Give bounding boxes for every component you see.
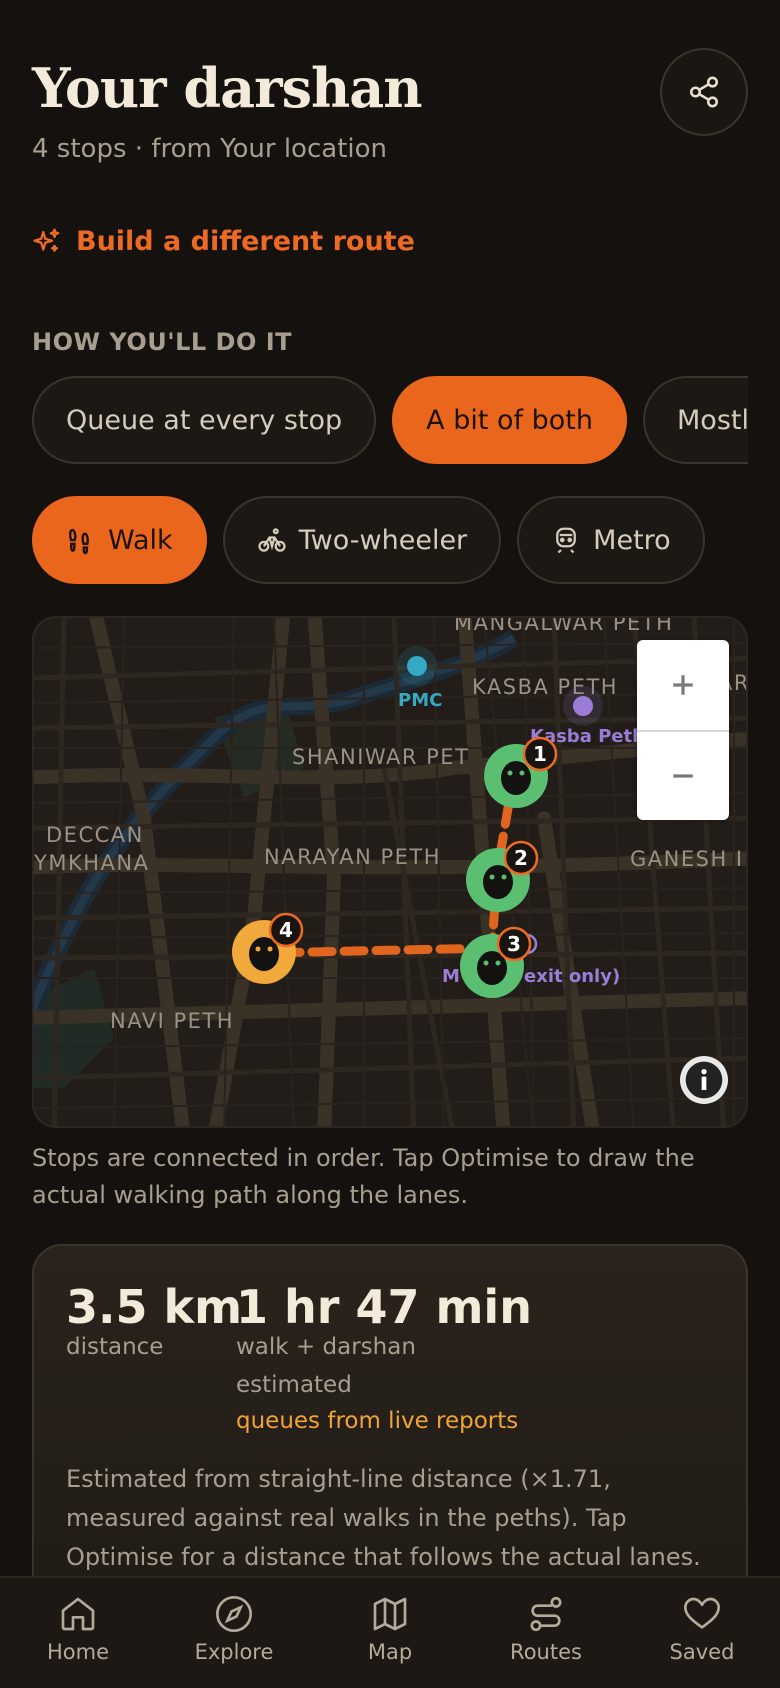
queue-mode-chips: Queue at every stop A bit of both Mostly… bbox=[32, 376, 748, 464]
info-icon bbox=[685, 1061, 723, 1099]
build-different-route-label: Build a different route bbox=[76, 226, 415, 257]
chip-queue-every-stop[interactable]: Queue at every stop bbox=[32, 376, 377, 464]
distance-value: 3.5 km bbox=[66, 1280, 243, 1334]
map-info-button[interactable] bbox=[680, 1056, 728, 1104]
share-button[interactable] bbox=[660, 48, 748, 136]
nav-routes[interactable]: Routes bbox=[468, 1578, 624, 1688]
nav-label: Map bbox=[367, 1640, 413, 1664]
routes-icon bbox=[530, 1596, 562, 1632]
map-caption: Stops are connected in order. Tap Optimi… bbox=[32, 1144, 695, 1209]
chip-label: Queue at every stop bbox=[66, 404, 343, 436]
nav-map[interactable]: Map bbox=[312, 1578, 468, 1688]
nav-saved[interactable]: Saved bbox=[624, 1578, 780, 1688]
stop-number: 3 bbox=[507, 932, 521, 956]
nav-home[interactable]: Home bbox=[0, 1578, 156, 1688]
minus-icon bbox=[673, 774, 693, 778]
stop-number: 1 bbox=[533, 742, 547, 766]
page-subtitle: 4 stops · from Your location bbox=[32, 134, 387, 164]
nav-label: Saved bbox=[669, 1640, 735, 1664]
nav-label: Explore bbox=[194, 1640, 274, 1664]
zoom-control bbox=[637, 640, 729, 820]
heart-icon bbox=[684, 1597, 720, 1629]
time-value: 1 hr 47 min bbox=[236, 1280, 532, 1334]
chip-label: A bit of both bbox=[426, 404, 593, 436]
nav-label: Home bbox=[46, 1640, 109, 1664]
distance-label: distance bbox=[66, 1334, 164, 1360]
share-icon bbox=[689, 76, 719, 108]
zoom-out-button[interactable] bbox=[637, 730, 729, 820]
time-label: walk + darshan bbox=[236, 1334, 416, 1360]
map-icon bbox=[373, 1597, 407, 1631]
chip-mostly-from[interactable]: Mostly fro bbox=[643, 376, 748, 464]
stop-marker-4[interactable]: 4 bbox=[232, 912, 304, 984]
nav-explore[interactable]: Explore bbox=[156, 1578, 312, 1688]
chip-metro[interactable]: Metro bbox=[517, 496, 705, 584]
build-different-route-link[interactable]: Build a different route bbox=[32, 226, 415, 257]
live-queues-label: queues from live reports bbox=[236, 1408, 519, 1434]
stop-marker-1[interactable]: 1 bbox=[484, 736, 558, 808]
chip-bit-of-both[interactable]: A bit of both bbox=[392, 376, 627, 464]
home-icon bbox=[61, 1597, 95, 1631]
stop-number: 2 bbox=[514, 846, 528, 870]
chip-label: Metro bbox=[593, 524, 671, 556]
travel-mode-chips: Walk Two-wheeler Metro bbox=[32, 496, 748, 584]
chip-walk[interactable]: Walk bbox=[32, 496, 207, 584]
stop-marker-2[interactable]: 2 bbox=[466, 840, 539, 912]
route-map[interactable]: MANGALWAR PETH KASBA PETH AR SHANIWAR PE… bbox=[32, 616, 748, 1128]
nav-label: Routes bbox=[510, 1640, 582, 1664]
bike-icon bbox=[258, 528, 286, 552]
stop-marker-3[interactable]: 3 bbox=[460, 926, 532, 998]
train-icon bbox=[556, 527, 577, 554]
footprints-icon bbox=[68, 528, 89, 555]
stop-number: 4 bbox=[279, 918, 293, 942]
chip-label: Two-wheeler bbox=[298, 524, 468, 556]
bottom-nav: Home Explore Map Routes Saved bbox=[0, 1576, 780, 1688]
section-label: HOW YOU'LL DO IT bbox=[32, 328, 292, 356]
compass-icon bbox=[216, 1596, 252, 1632]
plus-icon bbox=[673, 675, 693, 695]
zoom-in-button[interactable] bbox=[637, 640, 729, 730]
distance-note: Estimated from straight-line distance (×… bbox=[66, 1465, 701, 1571]
time-estimated-label: estimated bbox=[236, 1372, 352, 1398]
chip-two-wheeler[interactable]: Two-wheeler bbox=[222, 496, 502, 584]
page-title: Your darshan bbox=[32, 56, 422, 120]
chip-label: Walk bbox=[108, 524, 173, 556]
chip-label: Mostly fro bbox=[677, 404, 748, 436]
sparkles-icon bbox=[33, 227, 60, 252]
